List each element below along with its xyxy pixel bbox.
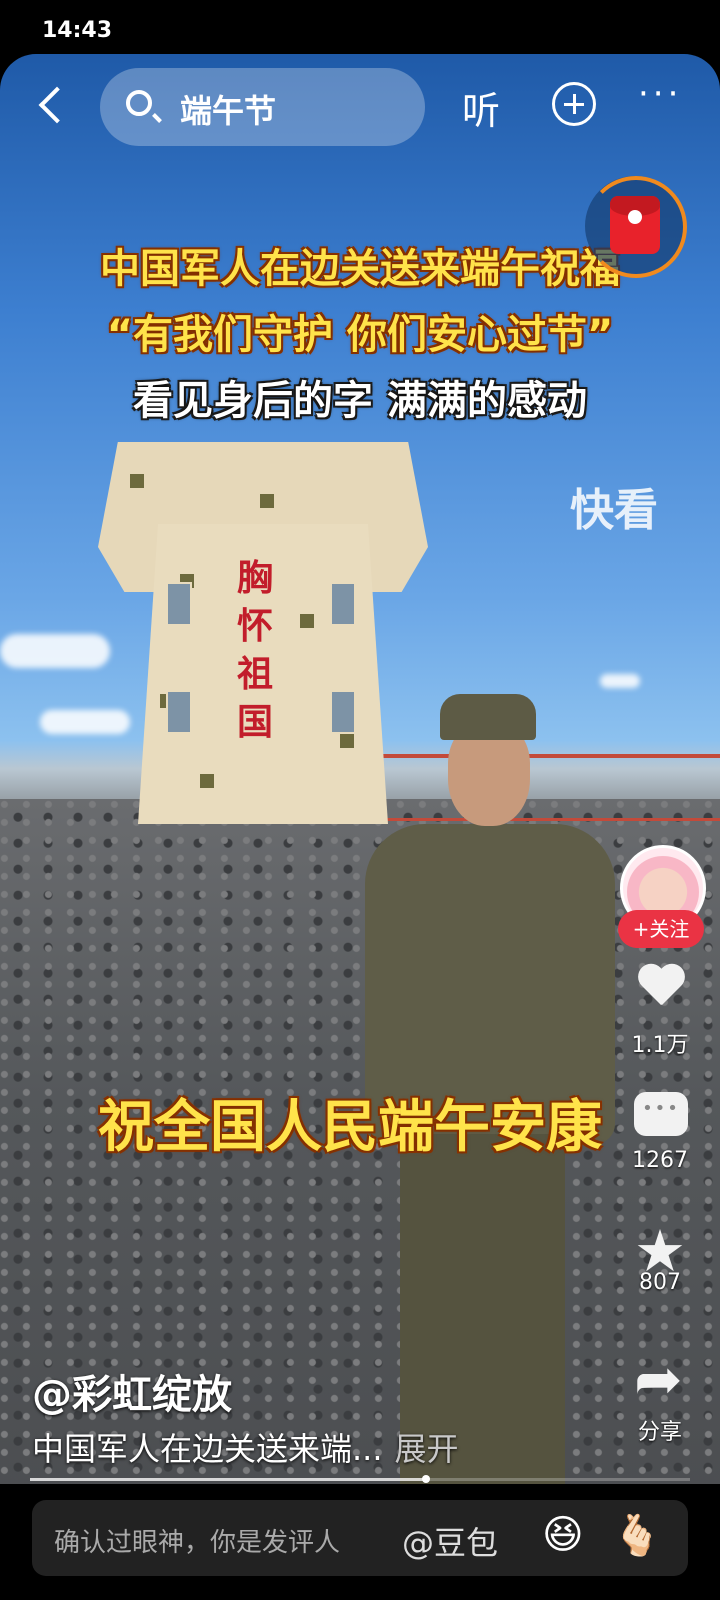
tower-window: [166, 690, 192, 734]
caption-line-3: 看见身后的字 满满的感动: [133, 378, 587, 424]
camo-patch: [340, 734, 354, 748]
post-description: 中国军人在边关送来端... 展开: [32, 1424, 459, 1470]
tower-char: 胸: [236, 557, 273, 599]
tower-slogan: 胸 怀 祖 国: [230, 554, 280, 746]
author-name[interactable]: @彩虹绽放: [32, 1362, 232, 1420]
search-box[interactable]: 端午节: [100, 68, 425, 146]
comment-icon: [634, 1092, 688, 1136]
mention-button[interactable]: @豆包: [402, 1518, 498, 1564]
finger-heart-emoji-icon[interactable]: 🫰🏻: [612, 1512, 662, 1559]
tower-window: [330, 690, 356, 734]
like-count: 1.1万: [631, 1033, 689, 1058]
camo-patch: [200, 774, 214, 788]
progress-fill: [30, 1478, 426, 1481]
share-icon: ➦: [634, 1345, 683, 1413]
cloud: [40, 710, 130, 734]
bottom-caption: 祝全国人民端午安康: [98, 1095, 602, 1160]
cloud: [600, 674, 640, 688]
watermark-logo: 快看: [570, 485, 658, 536]
tower-char: 怀: [236, 605, 273, 647]
caption-line-2: “有我们守护 你们安心过节”: [106, 312, 614, 358]
camo-patch: [260, 494, 274, 508]
listen-button[interactable]: 听: [462, 80, 500, 135]
soldier-cap: [440, 694, 536, 740]
description-text: 中国军人在边关送来端...: [32, 1430, 383, 1468]
comment-input-bar[interactable]: 确认过眼神，你是发评人 @豆包 😆 🫰🏻: [32, 1500, 688, 1576]
tower-char: 祖: [236, 653, 273, 695]
favorite-count: 807: [639, 1270, 681, 1295]
comment-count: 1267: [632, 1148, 688, 1173]
comment-placeholder: 确认过眼神，你是发评人: [54, 1528, 341, 1558]
share-label: 分享: [637, 1420, 682, 1445]
red-envelope-icon: [610, 196, 660, 254]
status-time: 14:43: [42, 18, 113, 43]
top-bar: 端午节 听 ···: [0, 64, 720, 146]
add-icon[interactable]: [552, 82, 596, 126]
progress-knob[interactable]: [422, 1475, 430, 1483]
laugh-emoji-icon[interactable]: 😆: [542, 1512, 584, 1558]
video-progress-bar[interactable]: [30, 1475, 690, 1483]
heart-icon: [636, 965, 686, 1011]
search-query: 端午节: [180, 92, 277, 130]
tower-window: [166, 582, 192, 626]
camo-patch: [130, 474, 144, 488]
more-button[interactable]: ···: [638, 74, 682, 114]
search-icon: [126, 90, 152, 116]
cloud: [0, 634, 110, 668]
status-bar: 14:43: [0, 0, 720, 60]
red-envelope-button[interactable]: [585, 176, 687, 278]
railing: [350, 754, 720, 821]
follow-button[interactable]: +关注: [618, 910, 704, 948]
back-button[interactable]: [30, 82, 70, 130]
expand-button[interactable]: 展开: [395, 1430, 459, 1468]
tower-window: [330, 582, 356, 626]
camo-patch: [300, 614, 314, 628]
tower-char: 国: [236, 701, 273, 743]
